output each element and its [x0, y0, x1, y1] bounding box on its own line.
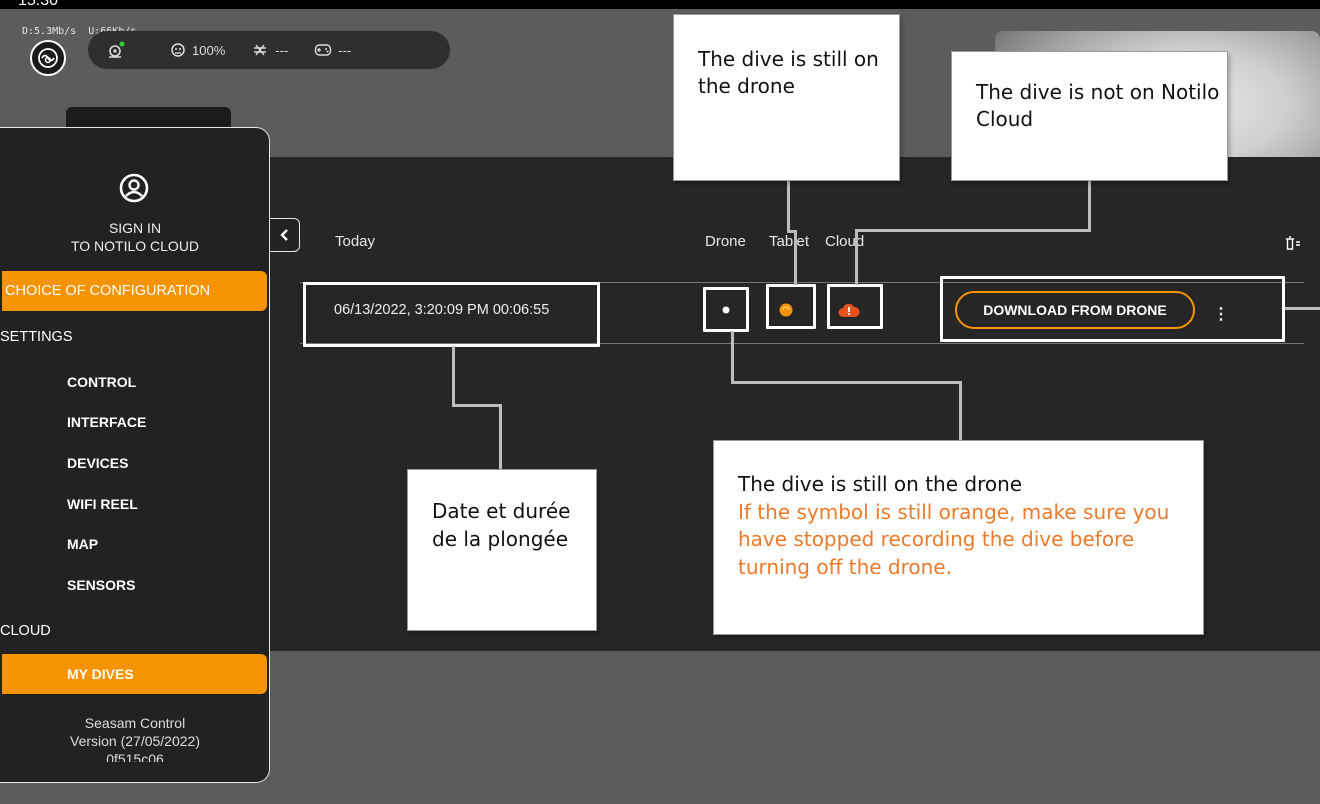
connector	[1088, 180, 1091, 232]
sign-in-line2: TO NOTILO CLOUD	[70, 238, 200, 254]
highlight-date	[303, 282, 600, 347]
connector	[452, 346, 455, 406]
connector	[452, 404, 502, 407]
sign-in-link[interactable]: SIGN IN TO NOTILO CLOUD	[0, 219, 270, 255]
status-time: 15:30	[18, 0, 59, 9]
group-label-today: Today	[335, 233, 376, 250]
menu-item-sensors[interactable]: SENSORS	[67, 577, 135, 593]
connector	[1285, 307, 1320, 310]
version-line3: 0f515c06	[106, 751, 164, 762]
menu-my-dives[interactable]	[2, 654, 267, 694]
connector	[959, 381, 962, 441]
trash-filter-icon	[1286, 236, 1300, 250]
net-down: D:5.3Mb/s	[22, 26, 77, 37]
menu-item-map[interactable]: MAP	[67, 536, 98, 552]
highlight-tablet	[766, 284, 816, 329]
sign-in-line1: SIGN IN	[108, 220, 162, 236]
depth-icon	[254, 44, 267, 56]
telemetry-bar: 100% --- ---	[88, 31, 450, 69]
menu-item-control[interactable]: CONTROL	[67, 374, 136, 390]
connector	[855, 229, 858, 285]
callout-drone-warning: If the symbol is still orange, make sure…	[738, 499, 1170, 579]
connector	[787, 180, 790, 232]
menu-label-choice-of-configuration: CHOICE OF CONFIGURATION	[5, 283, 211, 299]
callout-date: Date et durée de la plongée	[407, 469, 597, 631]
connector	[499, 404, 502, 470]
menu-label-my-dives: MY DIVES	[67, 666, 134, 682]
callout-tablet: The dive is still on the drone	[673, 14, 900, 181]
menu-item-devices[interactable]: DEVICES	[67, 455, 128, 471]
depth-value: ---	[275, 42, 289, 58]
controller-status: ---	[314, 43, 351, 58]
battery-status: 100%	[170, 42, 225, 58]
connector	[731, 381, 962, 384]
callout-drone: The dive is still on the drone If the sy…	[713, 440, 1204, 635]
menu-item-interface[interactable]: INTERFACE	[67, 414, 146, 430]
account-icon[interactable]	[118, 172, 150, 209]
controller-value: ---	[338, 42, 352, 58]
cloud-header: CLOUD	[0, 623, 51, 639]
highlight-actions	[940, 276, 1285, 342]
callout-cloud: The dive is not on Notilo Cloud	[951, 51, 1228, 181]
delete-all-button[interactable]	[1285, 236, 1301, 257]
version-line1: Seasam Control	[84, 715, 186, 731]
drone-status	[106, 41, 126, 59]
depth-status: ---	[251, 42, 288, 58]
app-logo-button[interactable]	[30, 40, 66, 76]
collapse-sidebar-button[interactable]	[270, 218, 300, 252]
highlight-drone	[703, 287, 749, 332]
connector	[855, 229, 1091, 232]
settings-header: SETTINGS	[0, 329, 73, 345]
callout-cloud-text: The dive is not on Notilo Cloud	[976, 80, 1220, 131]
version-line2: Version (27/05/2022)	[70, 733, 200, 749]
seasam-logo-icon	[38, 48, 58, 68]
menu-item-wifi-reel[interactable]: WIFI REEL	[67, 496, 138, 512]
col-header-tablet: Tablet	[769, 233, 810, 250]
callout-date-text: Date et durée de la plongée	[432, 499, 571, 551]
battery-value: 100%	[192, 42, 226, 58]
connector	[794, 230, 797, 285]
highlight-cloud	[827, 284, 883, 329]
callout-drone-text: The dive is still on the drone	[738, 472, 1023, 496]
drone-icon	[109, 41, 125, 58]
app-version: Seasam Control Version (27/05/2022) 0f51…	[0, 714, 270, 762]
connector	[731, 331, 734, 383]
col-header-cloud: Cloud	[825, 233, 865, 250]
callout-tablet-text: The dive is still on the drone	[698, 47, 879, 98]
col-header-drone: Drone	[705, 233, 746, 250]
gamepad-icon	[315, 44, 332, 56]
status-bar	[0, 0, 1320, 9]
battery-face-icon	[171, 43, 185, 57]
chevron-left-icon	[279, 229, 288, 241]
